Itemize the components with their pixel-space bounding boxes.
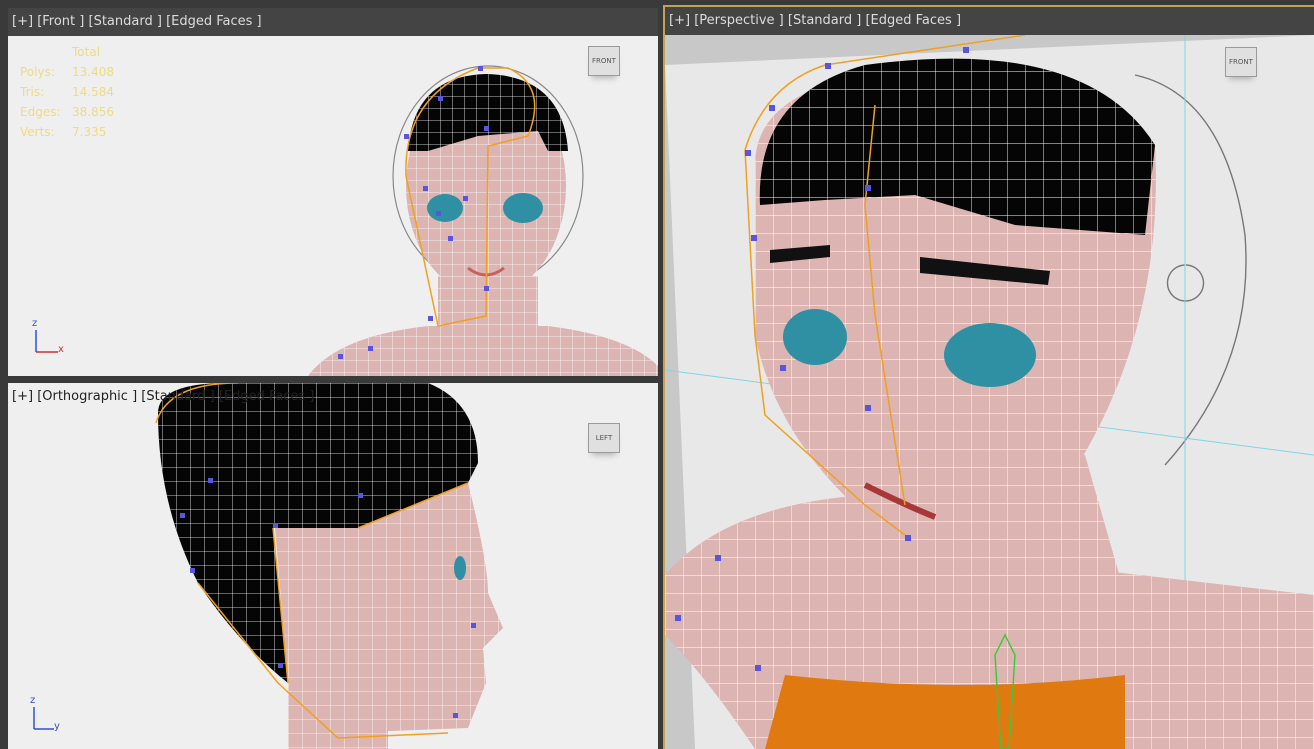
front-axis-up-label: z — [32, 318, 38, 329]
persp-view-label[interactable]: [Perspective ] — [694, 13, 784, 28]
ortho-menu-plus[interactable]: [+] — [12, 389, 33, 404]
front-menu-plus[interactable]: [+] — [12, 14, 33, 29]
perspective-canvas[interactable]: FRONT — [665, 35, 1314, 749]
ortho-axis-right-label: y — [54, 721, 60, 732]
front-edged-faces-label[interactable]: [Edged Faces ] — [166, 14, 262, 29]
stats-row-tris: Tris: 14.584 — [20, 85, 114, 99]
stats-title: Total — [72, 45, 101, 59]
poly-stats-panel: Total Polys: 13.408 Tris: 14.584 Edges: 38.… — [20, 42, 114, 142]
ortho-view-label[interactable]: [Orthographic ] — [37, 389, 137, 404]
orthographic-canvas[interactable]: LEFT z y — [8, 383, 658, 749]
ortho-model-render — [155, 383, 503, 749]
stats-row-verts: Verts: 7.335 — [20, 125, 107, 139]
perspective-viewport-header: [+] [Perspective ] [Standard ] [Edged Fa… — [665, 7, 1314, 35]
persp-viewcube[interactable]: FRONT — [1225, 47, 1257, 77]
front-view-label[interactable]: [Front ] — [37, 14, 84, 29]
front-viewport[interactable]: [+] [Front ] [Standard ] [Edged Faces ] — [8, 8, 658, 376]
front-canvas[interactable]: Total Polys: 13.408 Tris: 14.584 Edges: 38.… — [8, 36, 658, 376]
front-shading-label[interactable]: [Standard ] — [89, 14, 162, 29]
ortho-axis-tripod-icon: z y — [24, 695, 64, 735]
ortho-shading-label[interactable]: [Standard ] — [141, 389, 214, 404]
front-viewcube[interactable]: FRONT — [588, 46, 620, 76]
persp-model-render — [665, 35, 1314, 749]
ortho-edged-faces-label[interactable]: [Edged Faces ] — [219, 389, 315, 404]
persp-edged-faces-label[interactable]: [Edged Faces ] — [865, 13, 961, 28]
front-viewport-header: [+] [Front ] [Standard ] [Edged Faces ] — [8, 8, 658, 36]
stats-row-polys: Polys: 13.408 — [20, 65, 114, 79]
front-axis-tripod-icon: z x — [30, 318, 70, 358]
orthographic-viewport-header: [+] [Orthographic ] [Standard ] [Edged F… — [8, 383, 658, 411]
stats-row-edges: Edges: 38.856 — [20, 105, 114, 119]
persp-shading-label[interactable]: [Standard ] — [788, 13, 861, 28]
ortho-axis-up-label: z — [30, 695, 36, 706]
ortho-viewcube[interactable]: LEFT — [588, 423, 620, 453]
persp-menu-plus[interactable]: [+] — [669, 13, 690, 28]
orthographic-viewport[interactable]: [+] [Orthographic ] [Standard ] [Edged F… — [8, 383, 658, 749]
front-axis-right-label: x — [58, 344, 64, 355]
perspective-viewport[interactable]: [+] [Perspective ] [Standard ] [Edged Fa… — [663, 5, 1314, 749]
